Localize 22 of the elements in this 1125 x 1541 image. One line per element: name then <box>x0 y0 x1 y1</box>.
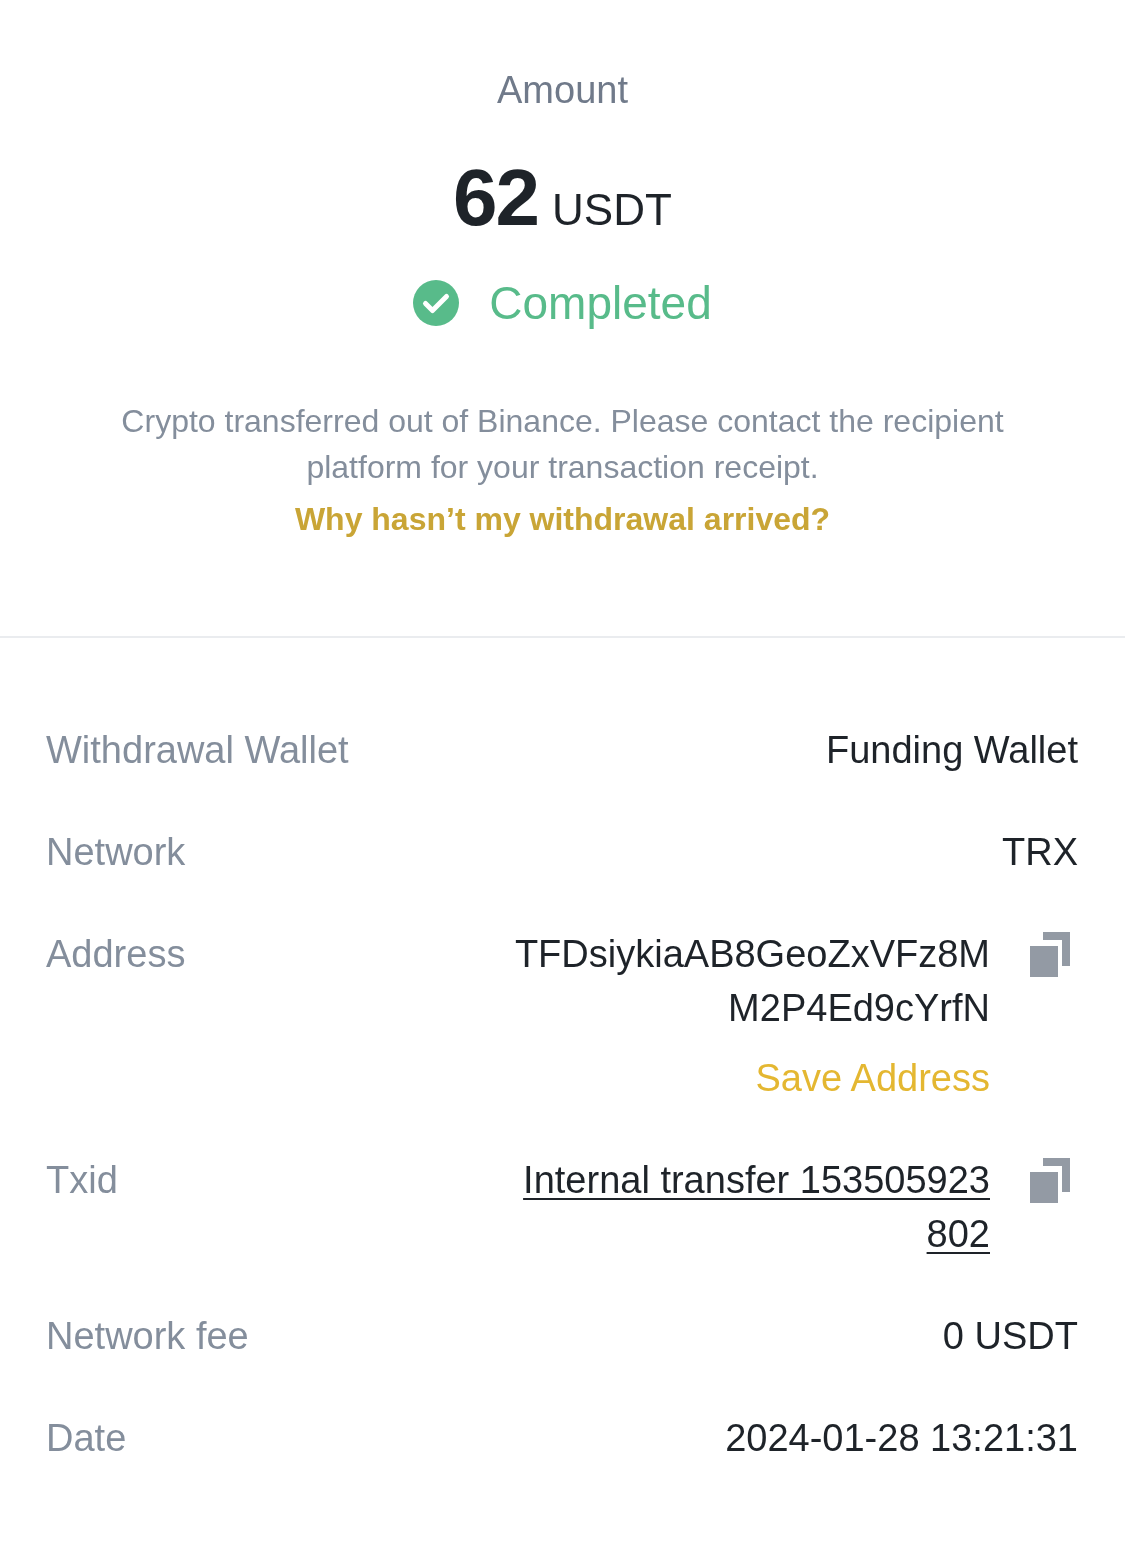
info-note: Crypto transferred out of Binance. Please contact the recipient platform for your transaction receipt. <box>120 402 1005 487</box>
detail-label: Date <box>46 1416 127 1461</box>
save-address-button[interactable]: Save Address <box>755 1051 990 1105</box>
detail-value: Funding Wallet <box>825 728 1078 773</box>
detail-label: Txid <box>46 1158 118 1203</box>
check-circle-icon <box>413 280 460 326</box>
address-value: TFDsiykiaAB8GeoZxVFz8MM2P4Ed9cYrfN <box>513 932 990 1031</box>
amount-value: 62 <box>453 152 539 244</box>
amount-label: Amount <box>497 68 628 113</box>
status-label: Completed <box>489 276 712 331</box>
detail-label: Address <box>46 932 186 977</box>
detail-label: Network fee <box>46 1314 249 1359</box>
help-link[interactable]: Why hasn’t my withdrawal arrived? <box>294 496 831 542</box>
copy-icon[interactable] <box>1030 1158 1070 1203</box>
copy-icon[interactable] <box>1030 932 1070 977</box>
detail-value: 0 USDT <box>942 1314 1078 1359</box>
detail-label: Withdrawal Wallet <box>46 728 349 773</box>
detail-value: TRX <box>1002 830 1078 875</box>
currency-label: USDT <box>552 184 672 236</box>
txid-link[interactable]: Internal transfer 153505923802 <box>510 1153 990 1261</box>
detail-label: Network <box>46 830 186 875</box>
detail-value: 2024-01-28 13:21:31 <box>725 1416 1078 1461</box>
